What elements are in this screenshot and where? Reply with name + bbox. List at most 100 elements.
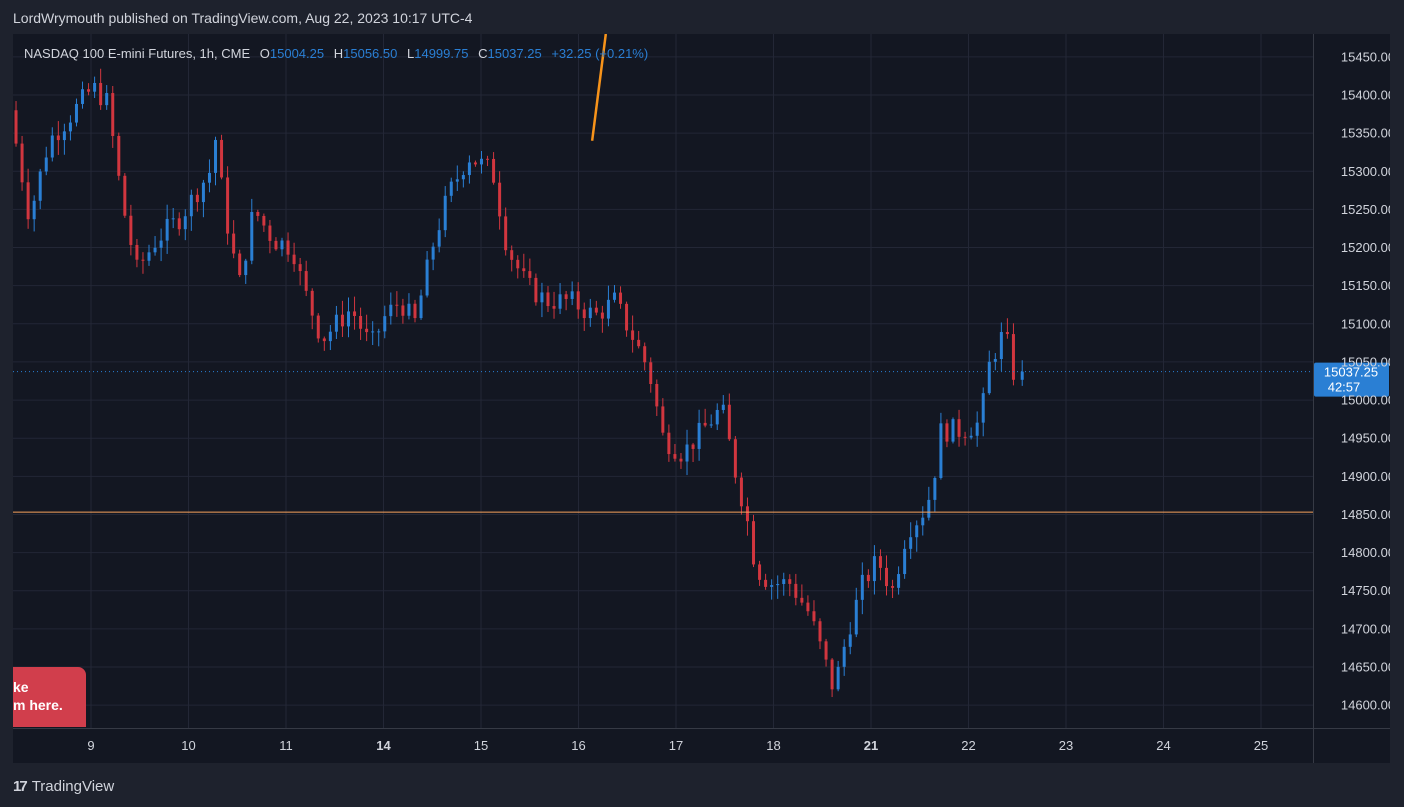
candle-body: [540, 292, 544, 303]
candle-body: [419, 295, 423, 319]
candle-body: [159, 240, 163, 248]
candle-body: [461, 175, 465, 180]
candle-body: [135, 244, 139, 260]
candle-body: [510, 250, 514, 260]
candle-body: [322, 338, 326, 342]
candle-body: [848, 634, 852, 647]
low-value: 14999.75: [414, 46, 469, 61]
candle-body: [38, 171, 42, 201]
candle-body: [328, 331, 332, 342]
candle-body: [697, 422, 701, 449]
tradingview-logo-icon: 17: [13, 777, 28, 795]
candle-body: [655, 383, 659, 407]
candle-body: [534, 277, 538, 303]
publisher-info: LordWrymouth published on TradingView.co…: [13, 10, 473, 26]
candle-body: [141, 259, 145, 261]
price-tick-label: 15250.00: [1341, 202, 1390, 217]
candle-body: [353, 311, 357, 316]
candle-body: [993, 359, 997, 362]
time-tick-label: 18: [766, 738, 780, 753]
high-value: 15056.50: [343, 46, 398, 61]
candle-body: [220, 139, 224, 178]
candle-body: [407, 303, 411, 316]
candle-body: [812, 611, 816, 622]
candle-body: [576, 291, 580, 310]
candle-body: [957, 419, 961, 437]
candle-body: [32, 200, 36, 220]
price-tick-label: 14700.00: [1341, 621, 1390, 636]
candle-body: [316, 315, 320, 339]
candle-body: [885, 567, 889, 587]
candle-body: [878, 556, 882, 568]
time-tick-label: 25: [1254, 738, 1268, 753]
candle-body: [643, 346, 647, 363]
candle-body: [268, 225, 272, 241]
candle-body: [673, 454, 677, 459]
candle-body: [81, 89, 85, 104]
time-tick-label: 14: [376, 738, 391, 753]
time-tick-label: 17: [669, 738, 683, 753]
candle-body: [195, 194, 199, 203]
candle-body: [715, 409, 719, 425]
candle-body: [897, 574, 901, 588]
price-tick-label: 15350.00: [1341, 126, 1390, 141]
candle-body: [836, 666, 840, 690]
top-bar: LordWrymouth published on TradingView.co…: [0, 0, 1404, 34]
price-tick-label: 15000.00: [1341, 393, 1390, 408]
candle-body: [570, 291, 574, 299]
price-tick-label: 15150.00: [1341, 278, 1390, 293]
candle-body: [147, 252, 151, 261]
candle-body: [56, 135, 60, 141]
price-tick-label: 15300.00: [1341, 164, 1390, 179]
candle-body: [631, 330, 635, 340]
candle-body: [612, 292, 616, 300]
candle-body: [413, 303, 417, 319]
candle-body: [649, 362, 653, 384]
candle-body: [685, 444, 689, 462]
candle-body: [214, 139, 218, 173]
candle-body: [250, 212, 254, 261]
candle-body: [183, 216, 187, 230]
candle-body: [679, 458, 683, 462]
time-tick-label: 24: [1156, 738, 1170, 753]
candle-body: [401, 305, 405, 316]
brand-footer[interactable]: 17 TradingView: [13, 776, 114, 796]
candle-body: [782, 579, 786, 585]
candle-body: [171, 218, 175, 220]
candle-body: [691, 444, 695, 449]
candle-body: [528, 271, 532, 278]
candle-body: [449, 181, 453, 196]
candle-body: [969, 435, 973, 438]
candlestick-chart[interactable]: 15037.2542:57 14600.0014650.0014700.0014…: [13, 34, 1390, 763]
candle-body: [987, 361, 991, 394]
candle-body: [582, 309, 586, 319]
overlays: 15037.2542:57: [13, 34, 1389, 513]
candle-body: [232, 233, 236, 254]
candle-body: [238, 253, 242, 276]
candle-body: [564, 294, 568, 299]
candle-body: [62, 131, 66, 141]
candle-body: [498, 182, 502, 217]
candle-body: [207, 172, 211, 183]
candle-body: [860, 574, 864, 600]
candle-body: [758, 564, 762, 580]
chart-frame[interactable]: 15037.25 42:57 14600.00 14650.00 14700.00 14…: [13, 34, 1390, 763]
candle-body: [479, 158, 483, 165]
candle-body: [365, 328, 369, 333]
candle-body: [709, 424, 713, 426]
change-value: +32.25 (+0.21%): [551, 46, 649, 61]
candle-body: [346, 311, 350, 327]
candle-body: [44, 157, 48, 172]
candle-body: [788, 579, 792, 584]
candle-body: [129, 215, 133, 245]
time-tick-label: 15: [474, 738, 488, 753]
time-tick-label: 10: [181, 738, 195, 753]
candle-body: [74, 103, 78, 123]
candle-body: [226, 177, 230, 234]
candle-body: [1011, 334, 1015, 380]
candle-body: [951, 419, 955, 442]
candle-body: [504, 216, 508, 251]
promo-banner[interactable]: ke m here.: [13, 667, 86, 727]
candle-body: [776, 584, 780, 586]
candle-body: [661, 406, 665, 433]
